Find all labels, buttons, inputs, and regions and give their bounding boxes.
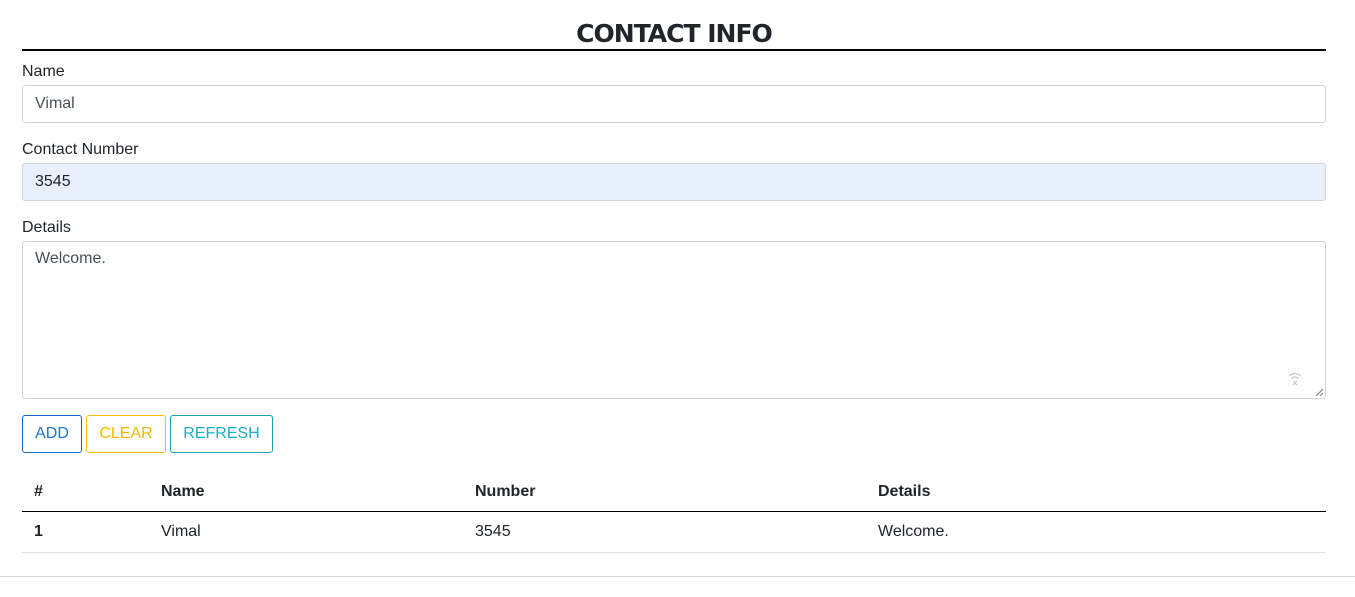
row-index-cell: 1 bbox=[22, 511, 149, 553]
details-label: Details bbox=[22, 219, 71, 236]
table-header-row: # Name Number Details bbox=[22, 472, 1326, 512]
page-title: CONTACT INFO bbox=[22, 0, 1326, 51]
contact-number-input[interactable]: 3545 bbox=[22, 163, 1326, 201]
column-header-number: Number bbox=[463, 472, 866, 512]
refresh-button[interactable]: REFRESH bbox=[170, 415, 273, 453]
clear-button[interactable]: CLEAR bbox=[86, 415, 166, 453]
details-text: Welcome. bbox=[35, 250, 106, 267]
column-header-index: # bbox=[22, 472, 149, 512]
name-label: Name bbox=[22, 63, 65, 80]
row-name-cell: Vimal bbox=[149, 511, 463, 553]
add-button[interactable]: ADD bbox=[22, 415, 82, 453]
details-textarea[interactable]: Welcome. bbox=[22, 241, 1326, 399]
resize-handle-icon[interactable] bbox=[1315, 388, 1323, 396]
table-row[interactable]: 1 Vimal 3545 Welcome. bbox=[22, 511, 1326, 553]
row-details-cell: Welcome. bbox=[866, 511, 1326, 553]
contact-page: CONTACT INFO Name Vimal Contact Number 3… bbox=[22, 0, 1326, 553]
wifi-off-icon bbox=[1288, 372, 1302, 386]
action-buttons: ADD CLEAR REFRESH bbox=[22, 415, 1326, 453]
name-input[interactable]: Vimal bbox=[22, 85, 1326, 123]
contact-form: Name Vimal Contact Number 3545 Details W… bbox=[22, 62, 1326, 399]
contacts-table: # Name Number Details 1 Vimal 3545 Welco… bbox=[22, 472, 1326, 553]
contact-number-label: Contact Number bbox=[22, 141, 139, 158]
column-header-details: Details bbox=[866, 472, 1326, 512]
column-header-name: Name bbox=[149, 472, 463, 512]
row-number-cell: 3545 bbox=[463, 511, 866, 553]
footer-divider bbox=[0, 576, 1355, 577]
